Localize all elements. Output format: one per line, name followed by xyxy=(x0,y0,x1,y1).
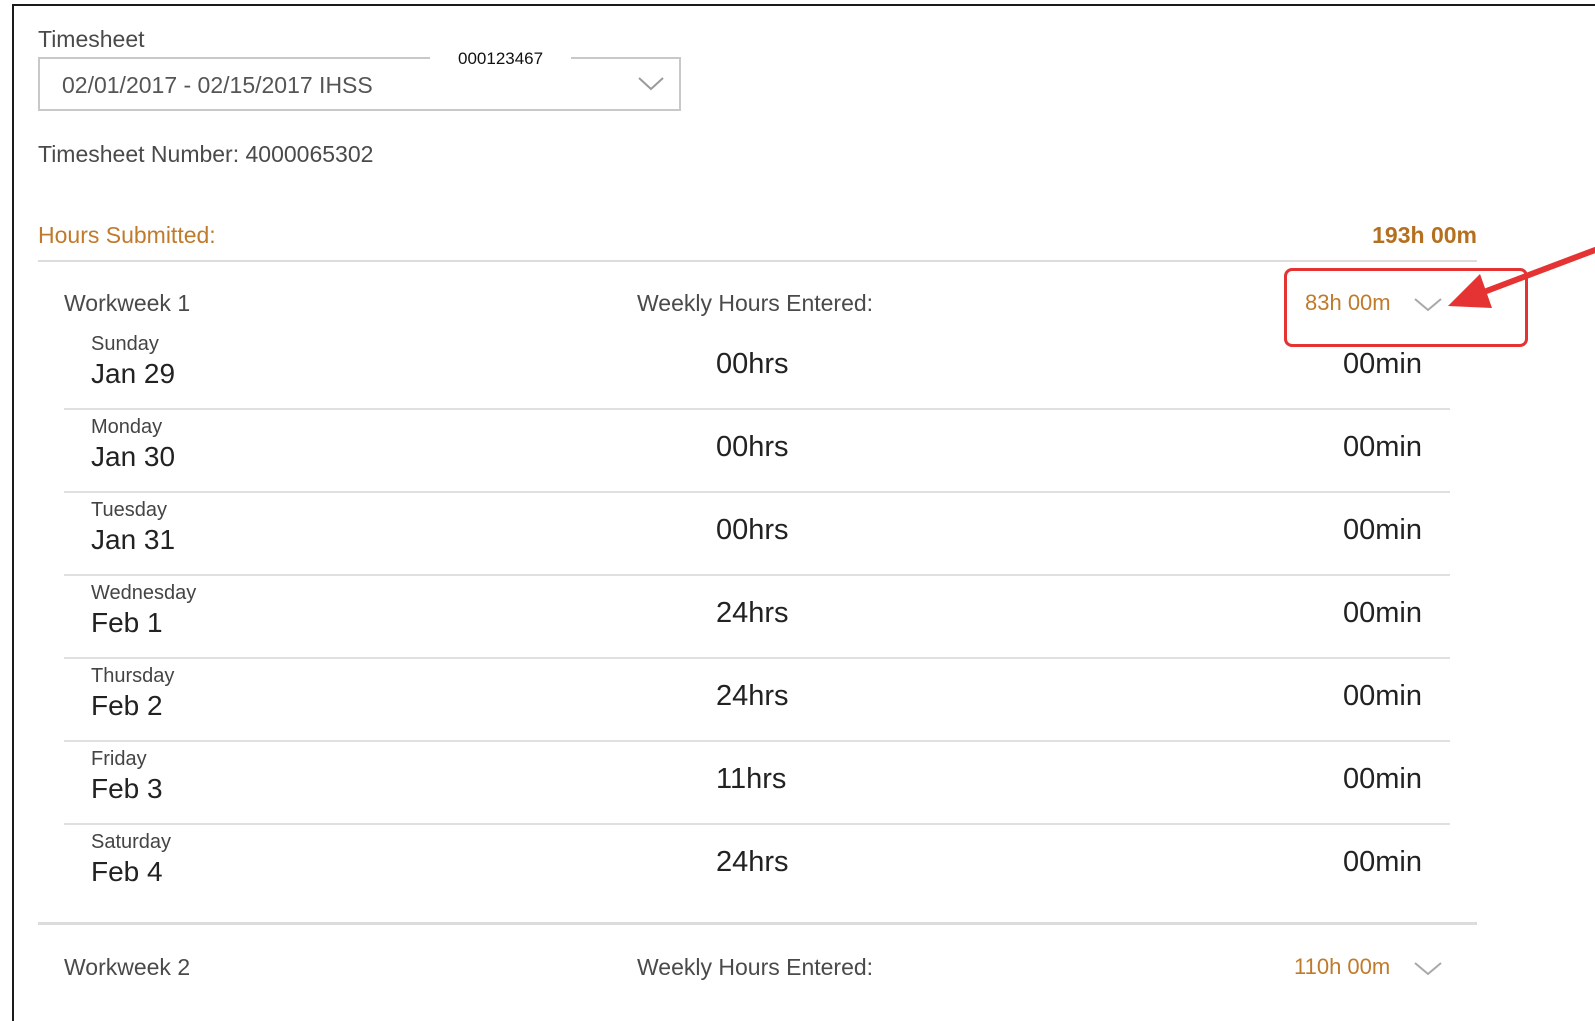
timesheet-select[interactable]: 02/01/2017 - 02/15/2017 IHSS xyxy=(38,57,681,111)
day-date: Jan 29 xyxy=(91,358,176,389)
day-name: Saturday xyxy=(91,831,172,853)
day-hours: 00hrs xyxy=(716,431,789,463)
day-hours: 24hrs xyxy=(716,597,789,629)
day-hours: 00hrs xyxy=(716,348,789,380)
divider xyxy=(38,260,1477,262)
workweek-1-weekly-label: Weekly Hours Entered: xyxy=(637,290,874,316)
day-minutes: 00min xyxy=(1343,763,1422,795)
hours-submitted-label: Hours Submitted: xyxy=(38,222,216,248)
day-minutes: 00min xyxy=(1343,348,1422,380)
chevron-down-icon[interactable] xyxy=(1413,960,1443,978)
day-date: Feb 2 xyxy=(91,690,163,721)
day-minutes: 00min xyxy=(1343,514,1422,546)
day-date: Feb 4 xyxy=(91,856,163,887)
timesheet-number: Timesheet Number: 4000065302 xyxy=(38,141,374,167)
day-row: Friday Feb 3 11hrs 00min xyxy=(64,742,1450,825)
day-date: Feb 3 xyxy=(91,773,163,804)
day-row: Saturday Feb 4 24hrs 00min xyxy=(64,825,1450,908)
day-row: Sunday Jan 29 00hrs 00min xyxy=(64,327,1450,410)
day-name: Sunday xyxy=(91,333,159,355)
day-hours: 11hrs xyxy=(716,763,787,795)
day-row: Thursday Feb 2 24hrs 00min xyxy=(64,659,1450,742)
workweek-1-label: Workweek 1 xyxy=(64,290,191,316)
chevron-down-icon xyxy=(638,77,664,91)
day-row: Wednesday Feb 1 24hrs 00min xyxy=(64,576,1450,659)
day-row: Monday Jan 30 00hrs 00min xyxy=(64,410,1450,493)
day-name: Wednesday xyxy=(91,582,197,604)
timesheet-id-tag: 000123467 xyxy=(430,49,572,69)
day-name: Friday xyxy=(91,748,147,770)
day-minutes: 00min xyxy=(1343,597,1422,629)
day-date: Jan 31 xyxy=(91,524,176,555)
day-minutes: 00min xyxy=(1343,431,1422,463)
day-hours: 24hrs xyxy=(716,680,789,712)
workweek-2-weekly-label: Weekly Hours Entered: xyxy=(637,954,874,980)
workweek-2-label: Workweek 2 xyxy=(64,954,191,980)
day-name: Thursday xyxy=(91,665,175,687)
workweek-2-total[interactable]: 110h 00m xyxy=(1294,954,1403,980)
day-hours: 24hrs xyxy=(716,846,789,878)
day-date: Feb 1 xyxy=(91,607,163,638)
day-minutes: 00min xyxy=(1343,846,1422,878)
day-hours: 00hrs xyxy=(716,514,789,546)
timesheet-label: Timesheet xyxy=(38,26,145,52)
divider xyxy=(38,922,1477,925)
day-row: Tuesday Jan 31 00hrs 00min xyxy=(64,493,1450,576)
arrow-icon xyxy=(1448,247,1595,308)
day-date: Jan 30 xyxy=(91,441,176,472)
timesheet-select-value: 02/01/2017 - 02/15/2017 IHSS xyxy=(62,72,373,98)
day-minutes: 00min xyxy=(1343,680,1422,712)
day-name: Monday xyxy=(91,416,163,438)
day-name: Tuesday xyxy=(91,499,167,521)
